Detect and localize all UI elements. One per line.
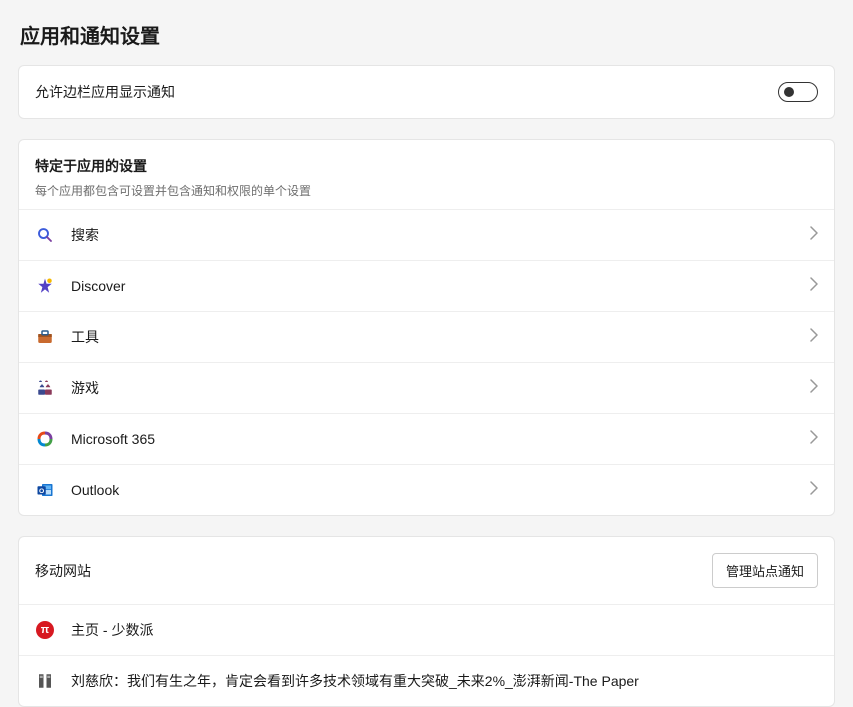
app-row-discover[interactable]: Discover [19,260,834,311]
chevron-right-icon [810,481,818,500]
discover-icon [35,276,55,296]
sidebar-notifications-toggle-row: 允许边栏应用显示通知 [19,66,834,118]
app-section-subtitle: 每个应用都包含可设置并包含通知和权限的单个设置 [35,182,818,199]
app-row-m365[interactable]: Microsoft 365 [19,413,834,464]
page-title: 应用和通知设置 [0,0,853,65]
m365-icon [35,429,55,449]
app-specific-settings-card: 特定于应用的设置 每个应用都包含可设置并包含通知和权限的单个设置 搜索 Disc… [18,139,835,516]
manage-site-notifications-button[interactable]: 管理站点通知 [712,553,818,588]
chevron-right-icon [810,277,818,296]
games-icon [35,378,55,398]
app-row-games[interactable]: 游戏 [19,362,834,413]
app-label: Discover [71,278,810,294]
site-row-sspai[interactable]: π 主页 - 少数派 [19,604,834,655]
app-label: 游戏 [71,378,810,398]
chevron-right-icon [810,226,818,245]
chevron-right-icon [810,379,818,398]
outlook-icon: O [35,480,55,500]
app-label: 工具 [71,327,810,347]
mobile-sites-card: 移动网站 管理站点通知 π 主页 - 少数派 刘慈欣：我们有生之年，肯定会看到许… [18,536,835,707]
notifications-toggle-card: 允许边栏应用显示通知 [18,65,835,119]
site-label: 主页 - 少数派 [71,620,818,640]
app-row-tools[interactable]: 工具 [19,311,834,362]
svg-text:O: O [39,488,44,495]
sspai-icon: π [35,620,55,640]
thepaper-icon [35,671,55,691]
app-label: Outlook [71,482,810,498]
toggle-knob [784,87,794,97]
app-label: Microsoft 365 [71,431,810,447]
app-section-title: 特定于应用的设置 [35,156,818,176]
app-section-header: 特定于应用的设置 每个应用都包含可设置并包含通知和权限的单个设置 [19,140,834,209]
search-icon [35,225,55,245]
app-row-outlook[interactable]: O Outlook [19,464,834,515]
app-label: 搜索 [71,225,810,245]
tools-icon [35,327,55,347]
site-label: 刘慈欣：我们有生之年，肯定会看到许多技术领域有重大突破_未来2%_澎湃新闻-Th… [71,671,818,691]
chevron-right-icon [810,430,818,449]
sidebar-notifications-toggle[interactable] [778,82,818,102]
toggle-label: 允许边栏应用显示通知 [35,82,175,102]
site-row-thepaper[interactable]: 刘慈欣：我们有生之年，肯定会看到许多技术领域有重大突破_未来2%_澎湃新闻-Th… [19,655,834,706]
mobile-section-title: 移动网站 [35,561,91,581]
chevron-right-icon [810,328,818,347]
mobile-section-header: 移动网站 管理站点通知 [19,537,834,604]
app-row-search[interactable]: 搜索 [19,209,834,260]
